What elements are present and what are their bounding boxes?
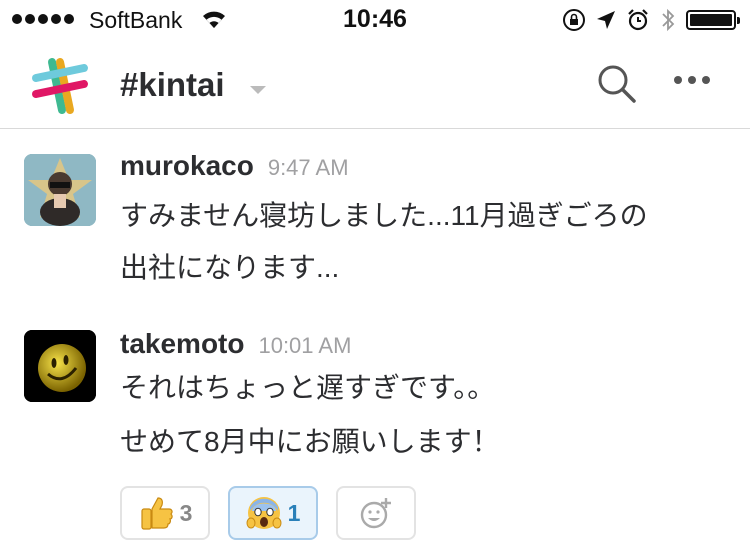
reaction-count: 1 xyxy=(287,499,301,526)
message-meta: takemoto 10:01 AM xyxy=(120,328,351,360)
more-icon[interactable] xyxy=(674,76,710,84)
bluetooth-icon xyxy=(662,8,675,32)
orientation-lock-icon xyxy=(563,9,585,31)
scream-emoji-icon xyxy=(246,497,282,529)
author-name[interactable]: murokaco xyxy=(120,150,254,181)
location-icon xyxy=(597,11,615,29)
status-bar: SoftBank 10:46 xyxy=(0,0,750,40)
reaction-count: 3 xyxy=(179,499,193,526)
message-text-line: すみません寝坊しました...11月過ぎごろの xyxy=(120,200,648,231)
author-name[interactable]: takemoto xyxy=(120,328,244,359)
chevron-down-icon[interactable] xyxy=(248,84,268,96)
thumbs-up-icon xyxy=(140,497,173,530)
avatar-image xyxy=(24,330,96,402)
message-text-line: 出社になります... xyxy=(120,252,340,283)
add-reaction-button[interactable] xyxy=(336,486,416,540)
channel-header: #kintai xyxy=(0,40,750,129)
message-text-line: それはちょっと遅すぎです。。 xyxy=(120,372,496,403)
battery-icon xyxy=(686,10,740,30)
search-icon[interactable] xyxy=(596,63,638,105)
alarm-icon xyxy=(628,9,648,31)
message-text-line: せめて8月中にお願いします！ xyxy=(120,426,500,457)
message-meta: murokaco 9:47 AM xyxy=(120,150,349,182)
avatar-image xyxy=(24,154,96,226)
message-time: 10:01 AM xyxy=(258,333,352,358)
reaction-bar: 3 1 xyxy=(120,486,416,540)
reaction-scream[interactable]: 1 xyxy=(228,486,318,540)
avatar[interactable] xyxy=(24,330,96,402)
message-time: 9:47 AM xyxy=(267,155,349,180)
channel-name[interactable]: #kintai xyxy=(120,66,225,104)
avatar[interactable] xyxy=(24,154,96,226)
add-reaction-icon xyxy=(360,498,391,529)
reaction-thumbs-up[interactable]: 3 xyxy=(120,486,210,540)
slack-logo xyxy=(32,58,88,114)
